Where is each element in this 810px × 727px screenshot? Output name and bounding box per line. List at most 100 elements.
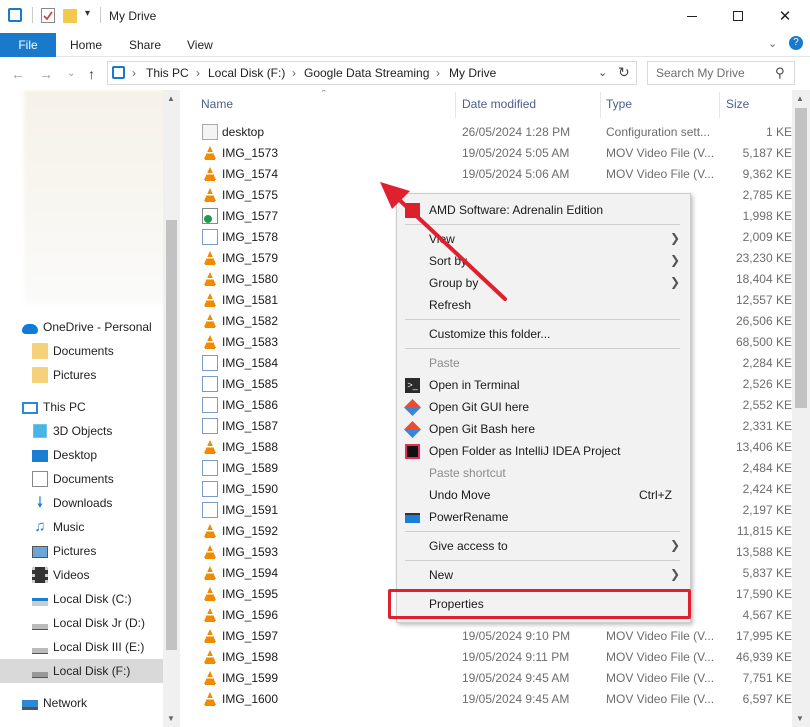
submenu-arrow-icon: ❯ (669, 275, 680, 289)
window-title: My Drive (109, 9, 157, 23)
nav-music[interactable]: ♫ Music (32, 515, 84, 539)
menu-item-customize[interactable]: Customize this folder... (397, 323, 692, 345)
column-divider[interactable] (600, 92, 601, 118)
close-icon: ✕ (778, 8, 792, 25)
nav-3d-objects[interactable]: 3D Objects (32, 419, 112, 443)
nav-local-disk-c[interactable]: Local Disk (C:) (32, 587, 132, 611)
search-input[interactable]: Search My Drive (656, 66, 745, 80)
nav-label: This PC (43, 400, 86, 414)
minimize-button[interactable] (669, 0, 715, 32)
file-name: IMG_1593 (222, 545, 279, 559)
nav-local-disk-e[interactable]: Local Disk III (E:) (32, 635, 144, 659)
tab-file[interactable]: File (0, 33, 56, 57)
file-size: 11,815 KE (736, 524, 792, 538)
menu-item-power-rename[interactable]: PowerRename (397, 506, 692, 528)
column-divider[interactable] (455, 92, 456, 118)
breadcrumb-my-drive[interactable]: My Drive (449, 66, 496, 80)
nav-local-disk-f-selected[interactable]: Local Disk (F:) (0, 659, 163, 683)
menu-item-intellij[interactable]: Open Folder as IntelliJ IDEA Project (397, 440, 692, 462)
breadcrumb-this-pc[interactable]: This PC (146, 66, 189, 80)
tab-view[interactable]: View (187, 38, 213, 52)
nav-videos[interactable]: Videos (32, 563, 89, 587)
scroll-down-icon[interactable]: ▼ (167, 714, 175, 723)
nav-onedrive-documents[interactable]: Documents (32, 339, 114, 363)
nav-label: Music (53, 520, 85, 534)
quick-access-separator (32, 7, 33, 23)
file-name: IMG_1597 (222, 629, 279, 643)
file-name: IMG_1574 (222, 167, 279, 181)
scroll-up-icon[interactable]: ▲ (796, 94, 804, 103)
search-icon[interactable]: ⚲ (775, 65, 785, 81)
close-button[interactable]: ✕ (762, 0, 808, 32)
search-box[interactable]: Search My Drive ⚲ (647, 61, 795, 85)
table-row[interactable]: IMG_1598 19/05/2024 9:11 PM MOV Video File… (180, 647, 792, 668)
column-divider[interactable] (719, 92, 720, 118)
nav-label: Downloads (53, 496, 113, 510)
file-name: IMG_1598 (222, 650, 279, 664)
table-row[interactable]: desktop 26/05/2024 1:28 PM Configuration s… (180, 122, 792, 143)
nav-onedrive-pictures[interactable]: Pictures (32, 363, 96, 387)
table-row[interactable]: IMG_1597 19/05/2024 9:10 PM MOV Video File… (180, 626, 792, 647)
explorer-app-icon[interactable] (8, 8, 22, 22)
minimize-icon (687, 15, 697, 17)
file-name: IMG_1580 (222, 272, 279, 286)
nav-label: Network (43, 696, 88, 710)
nav-scrollbar[interactable]: ▲ ▼ (163, 90, 180, 727)
nav-pictures[interactable]: Pictures (32, 539, 96, 563)
breadcrumb-google-data-streaming[interactable]: Google Data Streaming (304, 66, 429, 80)
column-header-name[interactable]: Name (201, 90, 451, 118)
new-folder-quick-icon[interactable] (63, 9, 77, 23)
tab-home[interactable]: Home (70, 38, 102, 52)
up-icon[interactable]: ↑ (88, 66, 95, 82)
menu-item-git-gui[interactable]: Open Git GUI here (397, 396, 692, 418)
column-header-size[interactable]: Size (726, 90, 786, 118)
menu-item-paste: Paste (397, 352, 692, 374)
nav-documents[interactable]: Documents (32, 467, 114, 491)
address-dropdown-icon[interactable]: ⌄ (598, 66, 607, 79)
menu-item-new[interactable]: New ❯ (397, 564, 692, 586)
table-row[interactable]: IMG_1573 19/05/2024 5:05 AM MOV Video File… (180, 143, 792, 164)
scroll-down-icon[interactable]: ▼ (796, 714, 804, 723)
nav-label: Pictures (53, 544, 97, 558)
address-bar[interactable]: › This PC › Local Disk (F:) › Google Dat… (107, 61, 637, 85)
maximize-button[interactable] (715, 0, 761, 32)
file-size: 5,837 KE (742, 566, 792, 580)
forward-icon[interactable]: → (39, 66, 53, 82)
table-row[interactable]: IMG_1599 19/05/2024 9:45 AM MOV Video File… (180, 668, 792, 689)
breadcrumb-local-disk-f[interactable]: Local Disk (F:) (208, 66, 285, 80)
properties-quick-icon[interactable] (41, 8, 55, 23)
nav-network[interactable]: Network (22, 691, 87, 715)
menu-label: Paste (429, 356, 460, 370)
recent-locations-icon[interactable]: ⌄ (67, 68, 75, 79)
column-header-type[interactable]: Type (606, 90, 716, 118)
column-header-date[interactable]: Date modified (462, 90, 597, 118)
ribbon-expand-icon[interactable]: ⌄ (768, 37, 777, 50)
file-size: 13,588 KE (735, 545, 792, 559)
menu-item-git-bash[interactable]: Open Git Bash here (397, 418, 692, 440)
nav-scroll-thumb[interactable] (166, 220, 177, 650)
nav-local-disk-d[interactable]: Local Disk Jr (D:) (32, 611, 145, 635)
cube-icon (33, 424, 47, 438)
quick-access-dropdown-icon[interactable]: ▾ (85, 8, 90, 19)
tab-share[interactable]: Share (129, 38, 161, 52)
menu-separator (405, 531, 680, 532)
table-row[interactable]: IMG_1600 19/05/2024 9:45 AM MOV Video File… (180, 689, 792, 710)
nav-this-pc[interactable]: This PC (22, 395, 86, 419)
file-list-scrollbar[interactable]: ▲ ▼ (792, 90, 810, 727)
file-size: 1,998 KE (742, 209, 792, 223)
menu-item-open-terminal[interactable]: >_ Open in Terminal (397, 374, 692, 396)
file-type: MOV Video File (V... (606, 629, 715, 643)
file-scroll-thumb[interactable] (795, 108, 807, 408)
help-icon[interactable]: ? (789, 36, 803, 50)
scroll-up-icon[interactable]: ▲ (167, 94, 175, 103)
back-icon[interactable]: ← (11, 66, 25, 82)
menu-item-give-access[interactable]: Give access to ❯ (397, 535, 692, 557)
menu-label: New (429, 568, 454, 582)
menu-item-undo-move[interactable]: Undo Move Ctrl+Z (397, 484, 692, 506)
nav-desktop[interactable]: Desktop (32, 443, 97, 467)
music-note-icon: ♫ (34, 518, 46, 535)
refresh-icon[interactable]: ↻ (618, 64, 630, 81)
file-size: 5,187 KE (742, 146, 792, 160)
nav-downloads[interactable]: 🠗 Downloads (32, 491, 113, 515)
nav-onedrive[interactable]: OneDrive - Personal (22, 315, 152, 339)
